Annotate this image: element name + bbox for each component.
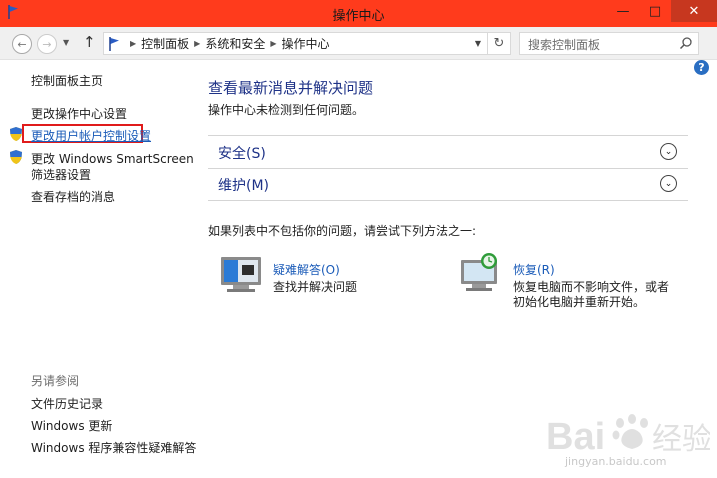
- troubleshoot-icon[interactable]: [219, 254, 263, 294]
- change-uac-settings-link[interactable]: 更改用户帐户控制设置: [31, 127, 151, 144]
- expand-chevron-icon[interactable]: ⌄: [660, 175, 677, 192]
- window-controls: — □ ✕: [607, 0, 717, 27]
- control-panel-home-link[interactable]: 控制面板主页: [31, 72, 103, 89]
- refresh-button[interactable]: ↻: [487, 33, 510, 54]
- maintenance-section-header[interactable]: 维护(M): [218, 175, 269, 195]
- recovery-icon[interactable]: [458, 252, 502, 292]
- divider: [208, 168, 688, 169]
- navigation-bar: ← → ▼ ↑ ▶ 控制面板 ▶ 系统和安全 ▶ 操作中心 ▼ ↻ 搜索控制面板: [0, 27, 717, 60]
- minimize-button[interactable]: —: [607, 0, 639, 22]
- windows-update-link[interactable]: Windows 更新: [31, 417, 112, 434]
- recovery-description-line2: 初始化电脑并重新开始。: [513, 295, 646, 309]
- security-section-header[interactable]: 安全(S): [218, 143, 266, 163]
- flag-icon: [109, 36, 119, 51]
- refresh-icon: ↻: [493, 36, 505, 51]
- maximize-button[interactable]: □: [639, 0, 671, 22]
- recent-locations-dropdown[interactable]: ▼: [63, 38, 69, 47]
- title-bar: 操作中心 — □ ✕: [0, 0, 717, 27]
- uac-shield-icon: [10, 127, 22, 141]
- address-bar[interactable]: ▶ 控制面板 ▶ 系统和安全 ▶ 操作中心 ▼ ↻: [103, 32, 511, 55]
- divider: [208, 135, 688, 136]
- svg-text:Bai: Bai: [546, 416, 605, 458]
- change-action-center-settings-link[interactable]: 更改操作中心设置: [31, 105, 127, 122]
- search-input[interactable]: 搜索控制面板: [519, 32, 699, 55]
- uac-shield-icon: [10, 150, 22, 164]
- expand-chevron-icon[interactable]: ⌄: [660, 143, 677, 160]
- forward-button[interactable]: →: [37, 34, 57, 54]
- breadcrumb-system-security[interactable]: 系统和安全: [205, 35, 265, 52]
- troubleshooting-link[interactable]: 疑难解答(O): [273, 261, 340, 278]
- recovery-description-line1: 恢复电脑而不影响文件，或者: [513, 280, 670, 294]
- recovery-link[interactable]: 恢复(R): [513, 261, 555, 278]
- hint-text: 如果列表中不包括你的问题，请尝试下列方法之一:: [208, 224, 477, 238]
- status-message: 操作中心未检测到任何问题。: [208, 103, 365, 117]
- close-button[interactable]: ✕: [671, 0, 717, 22]
- view-archived-messages-link[interactable]: 查看存档的消息: [31, 188, 115, 205]
- address-dropdown[interactable]: ▼: [469, 39, 487, 48]
- compatibility-troubleshooter-link[interactable]: Windows 程序兼容性疑难解答: [31, 439, 196, 456]
- see-also-heading: 另请参阅: [31, 374, 80, 388]
- control-panel-window: 操作中心 — □ ✕ ← → ▼ ↑ ▶ 控制面板 ▶ 系统和安全 ▶ 操作中心: [0, 0, 717, 478]
- breadcrumb-control-panel[interactable]: 控制面板: [141, 35, 189, 52]
- change-smartscreen-link[interactable]: 更改 Windows SmartScreen: [31, 150, 194, 167]
- svg-text:经验: 经验: [652, 422, 710, 457]
- breadcrumb-action-center[interactable]: 操作中心: [282, 35, 330, 52]
- search-placeholder: 搜索控制面板: [528, 38, 601, 52]
- file-history-link[interactable]: 文件历史记录: [31, 395, 103, 412]
- change-smartscreen-link-line2[interactable]: 筛选器设置: [31, 166, 91, 183]
- troubleshooting-description: 查找并解决问题: [273, 280, 358, 294]
- back-button[interactable]: ←: [12, 34, 32, 54]
- search-icon[interactable]: [679, 36, 693, 50]
- page-title: 查看最新消息并解决问题: [208, 79, 374, 97]
- forward-icon: →: [42, 37, 52, 51]
- back-icon: ←: [17, 37, 27, 51]
- watermark-site: jingyan.baidu.com: [565, 455, 667, 468]
- divider: [208, 200, 688, 201]
- breadcrumb-separator[interactable]: ▶: [130, 39, 136, 48]
- breadcrumb-separator[interactable]: ▶: [194, 39, 200, 48]
- breadcrumb-separator[interactable]: ▶: [270, 39, 276, 48]
- up-arrow-icon[interactable]: ↑: [83, 33, 96, 51]
- help-icon[interactable]: ?: [694, 60, 709, 75]
